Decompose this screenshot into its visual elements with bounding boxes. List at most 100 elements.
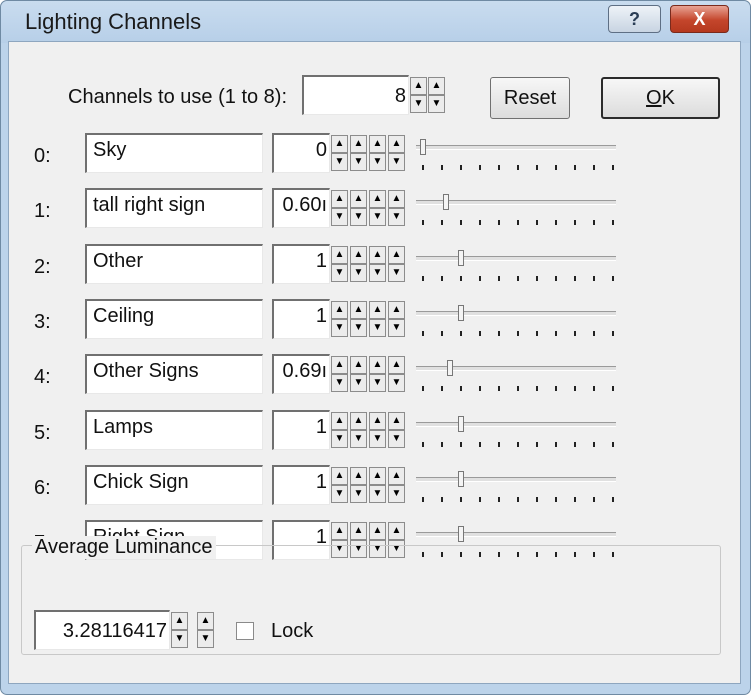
channel-spinner[interactable]: ▲ ▼	[350, 301, 367, 337]
channel-spinner[interactable]: ▲ ▼	[388, 356, 405, 392]
channel-slider[interactable]	[416, 250, 618, 290]
channel-name-input[interactable]: Other	[85, 244, 263, 284]
spin-up-icon[interactable]: ▲	[369, 246, 386, 264]
spin-up-icon[interactable]: ▲	[369, 301, 386, 319]
title-bar[interactable]: Lighting Channels ? X	[1, 1, 750, 43]
spin-up-icon[interactable]: ▲	[350, 356, 367, 374]
spin-down-icon[interactable]: ▼	[331, 319, 348, 337]
channel-spinner[interactable]: ▲ ▼	[388, 412, 405, 448]
channel-slider[interactable]	[416, 305, 618, 345]
spin-up-icon[interactable]: ▲	[331, 356, 348, 374]
slider-thumb[interactable]	[458, 305, 464, 327]
channel-name-input[interactable]: Sky	[85, 133, 263, 173]
spin-up-icon[interactable]: ▲	[331, 135, 348, 153]
channel-slider[interactable]	[416, 416, 618, 456]
spin-down-icon[interactable]: ▼	[197, 630, 214, 648]
channel-spinner[interactable]: ▲ ▼	[388, 246, 405, 282]
spin-down-icon[interactable]: ▼	[369, 485, 386, 503]
spin-up-icon[interactable]: ▲	[331, 190, 348, 208]
channel-value-input[interactable]: 1	[272, 299, 330, 339]
spin-up-icon[interactable]: ▲	[369, 135, 386, 153]
spin-down-icon[interactable]: ▼	[350, 264, 367, 282]
spin-down-icon[interactable]: ▼	[369, 374, 386, 392]
ok-button[interactable]: OK	[601, 77, 720, 119]
channel-spinner[interactable]: ▲ ▼	[331, 190, 348, 226]
channel-name-input[interactable]: Other Signs	[85, 354, 263, 394]
spin-down-icon[interactable]: ▼	[350, 208, 367, 226]
spin-down-icon[interactable]: ▼	[350, 374, 367, 392]
spin-down-icon[interactable]: ▼	[388, 485, 405, 503]
spin-up-icon[interactable]: ▲	[388, 412, 405, 430]
channel-spinner[interactable]: ▲ ▼	[331, 301, 348, 337]
spin-down-icon[interactable]: ▼	[350, 319, 367, 337]
spin-up-icon[interactable]: ▲	[369, 522, 386, 540]
channel-name-input[interactable]: Lamps	[85, 410, 263, 450]
spin-up-icon[interactable]: ▲	[331, 467, 348, 485]
channel-spinner[interactable]: ▲ ▼	[369, 135, 386, 171]
channels-to-use-input[interactable]: 8	[302, 75, 409, 115]
channel-slider[interactable]	[416, 360, 618, 400]
spin-up-icon[interactable]: ▲	[350, 467, 367, 485]
channel-value-input[interactable]: 1	[272, 410, 330, 450]
spin-up-icon[interactable]: ▲	[369, 467, 386, 485]
spin-down-icon[interactable]: ▼	[331, 153, 348, 171]
channel-value-input[interactable]: 0	[272, 133, 330, 173]
channels-to-use-spinner-2[interactable]: ▲ ▼	[428, 77, 445, 113]
channel-name-input[interactable]: Chick Sign	[85, 465, 263, 505]
channels-to-use-spinner[interactable]: ▲ ▼	[410, 77, 427, 113]
channel-slider[interactable]	[416, 194, 618, 234]
spin-up-icon[interactable]: ▲	[369, 190, 386, 208]
spin-up-icon[interactable]: ▲	[428, 77, 445, 95]
spin-down-icon[interactable]: ▼	[331, 374, 348, 392]
spin-down-icon[interactable]: ▼	[331, 485, 348, 503]
spin-down-icon[interactable]: ▼	[369, 319, 386, 337]
channel-spinner[interactable]: ▲ ▼	[369, 412, 386, 448]
spin-up-icon[interactable]: ▲	[350, 522, 367, 540]
spin-down-icon[interactable]: ▼	[388, 374, 405, 392]
channel-name-input[interactable]: Ceiling	[85, 299, 263, 339]
channel-spinner[interactable]: ▲ ▼	[350, 246, 367, 282]
average-luminance-spinner-2[interactable]: ▲ ▼	[197, 612, 214, 648]
spin-down-icon[interactable]: ▼	[171, 630, 188, 648]
channel-slider[interactable]	[416, 471, 618, 511]
channel-spinner[interactable]: ▲ ▼	[331, 246, 348, 282]
spin-down-icon[interactable]: ▼	[388, 430, 405, 448]
channel-spinner[interactable]: ▲ ▼	[369, 467, 386, 503]
spin-up-icon[interactable]: ▲	[171, 612, 188, 630]
spin-down-icon[interactable]: ▼	[350, 430, 367, 448]
spin-up-icon[interactable]: ▲	[388, 301, 405, 319]
spin-up-icon[interactable]: ▲	[388, 135, 405, 153]
channel-spinner[interactable]: ▲ ▼	[388, 301, 405, 337]
spin-up-icon[interactable]: ▲	[410, 77, 427, 95]
channel-spinner[interactable]: ▲ ▼	[331, 135, 348, 171]
channel-value-input[interactable]: 0.60ı	[272, 188, 330, 228]
spin-up-icon[interactable]: ▲	[388, 356, 405, 374]
spin-up-icon[interactable]: ▲	[369, 412, 386, 430]
channel-slider[interactable]	[416, 139, 618, 179]
spin-up-icon[interactable]: ▲	[350, 135, 367, 153]
channel-spinner[interactable]: ▲ ▼	[369, 301, 386, 337]
spin-down-icon[interactable]: ▼	[331, 264, 348, 282]
reset-button[interactable]: Reset	[490, 77, 570, 119]
channel-value-input[interactable]: 1	[272, 465, 330, 505]
slider-thumb[interactable]	[458, 416, 464, 438]
spin-up-icon[interactable]: ▲	[388, 190, 405, 208]
slider-thumb[interactable]	[420, 139, 426, 161]
spin-up-icon[interactable]: ▲	[197, 612, 214, 630]
channel-spinner[interactable]: ▲ ▼	[369, 356, 386, 392]
channel-spinner[interactable]: ▲ ▼	[350, 356, 367, 392]
spin-down-icon[interactable]: ▼	[350, 485, 367, 503]
spin-up-icon[interactable]: ▲	[350, 246, 367, 264]
spin-up-icon[interactable]: ▲	[331, 522, 348, 540]
spin-up-icon[interactable]: ▲	[350, 412, 367, 430]
spin-up-icon[interactable]: ▲	[388, 246, 405, 264]
spin-up-icon[interactable]: ▲	[369, 356, 386, 374]
close-button[interactable]: X	[670, 5, 729, 33]
spin-up-icon[interactable]: ▲	[331, 246, 348, 264]
lock-checkbox[interactable]	[236, 622, 254, 640]
spin-down-icon[interactable]: ▼	[369, 153, 386, 171]
spin-up-icon[interactable]: ▲	[350, 301, 367, 319]
spin-down-icon[interactable]: ▼	[428, 95, 445, 113]
channel-spinner[interactable]: ▲ ▼	[388, 135, 405, 171]
channel-spinner[interactable]: ▲ ▼	[331, 467, 348, 503]
